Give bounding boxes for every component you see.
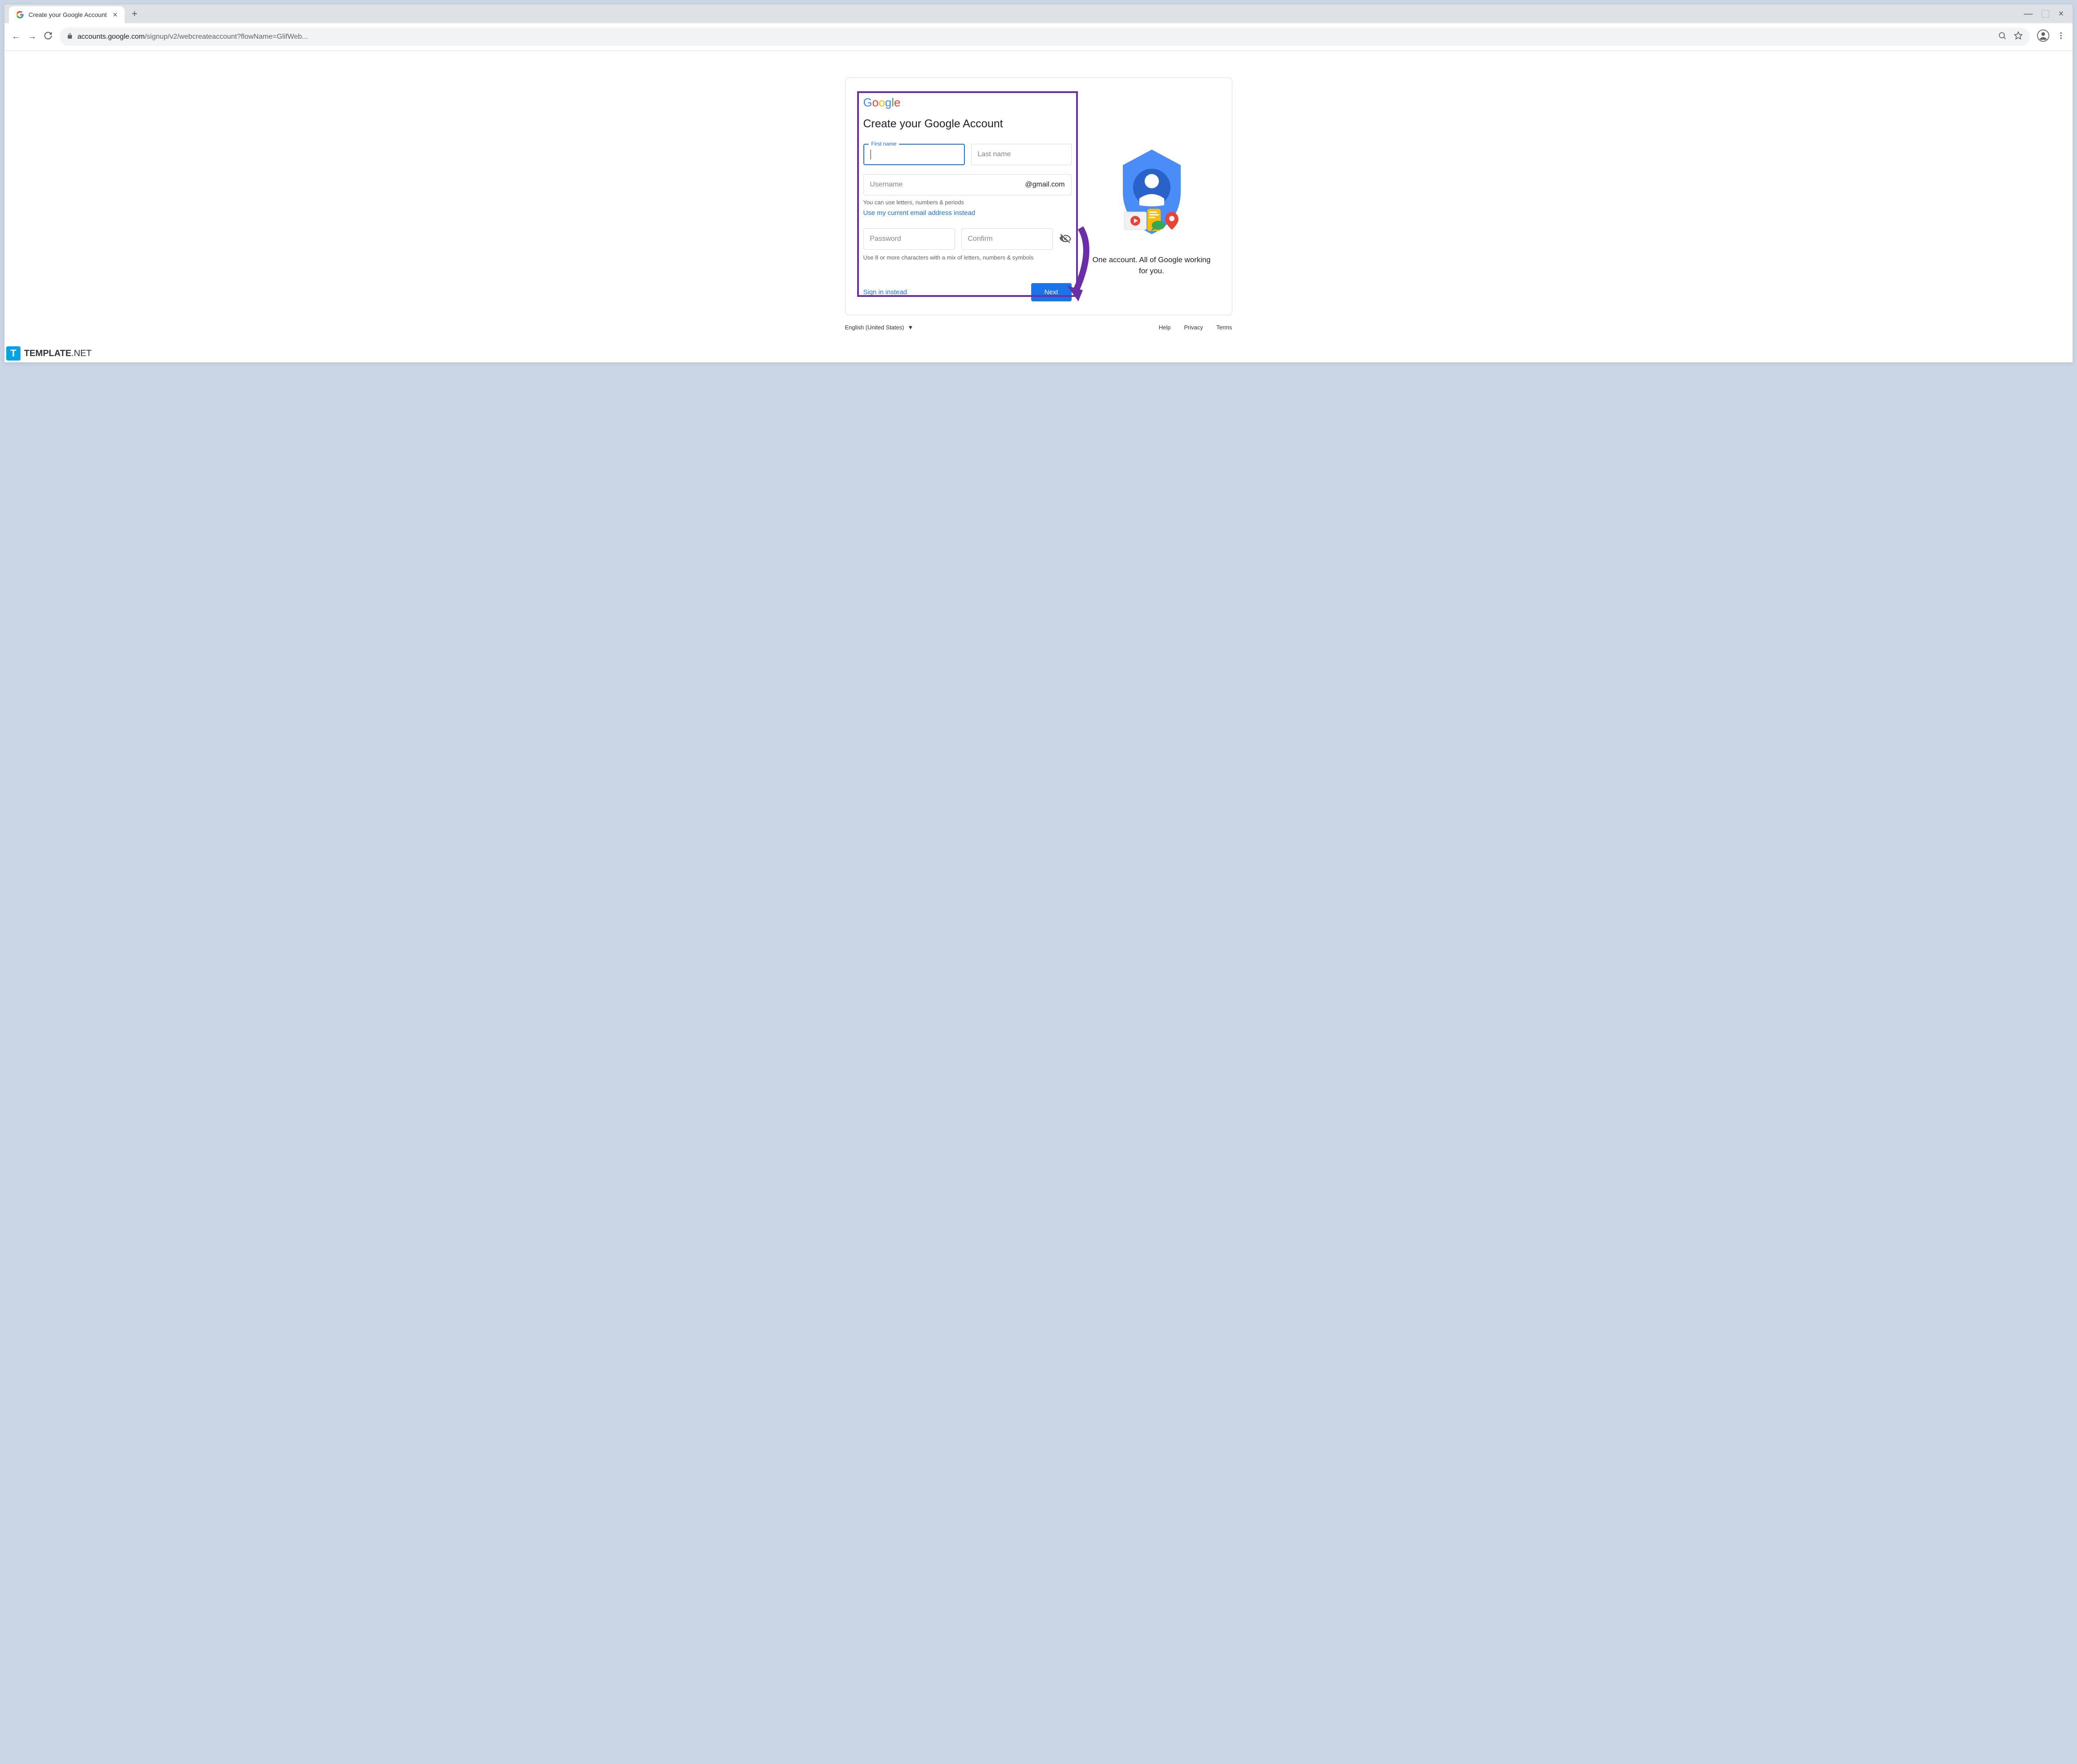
reload-icon[interactable] <box>44 31 53 43</box>
new-tab-icon[interactable]: + <box>125 8 145 20</box>
privacy-link[interactable]: Privacy <box>1184 324 1203 331</box>
confirm-field[interactable]: Confirm <box>961 228 1053 250</box>
confirm-placeholder: Confirm <box>968 235 993 243</box>
first-name-label: First name <box>869 141 899 147</box>
back-icon[interactable]: ← <box>12 32 20 42</box>
window-controls: — × <box>2024 9 2073 19</box>
help-link[interactable]: Help <box>1159 324 1171 331</box>
browser-window: Create your Google Account × + — × ← → a… <box>4 4 2073 362</box>
password-row: Password Confirm <box>863 228 1072 250</box>
last-name-field[interactable]: Last name <box>971 144 1072 165</box>
close-icon[interactable]: × <box>2058 9 2064 19</box>
name-row: First name Last name <box>863 144 1072 165</box>
sign-in-link[interactable]: Sign in instead <box>863 288 907 296</box>
text-cursor <box>870 150 871 159</box>
last-name-placeholder: Last name <box>978 150 1011 158</box>
terms-link[interactable]: Terms <box>1216 324 1232 331</box>
browser-tab[interactable]: Create your Google Account × <box>9 6 125 23</box>
password-hint: Use 8 or more characters with a mix of l… <box>863 254 1072 261</box>
watermark: T TEMPLATE.NET <box>6 346 92 361</box>
forward-icon[interactable]: → <box>28 32 36 42</box>
menu-icon[interactable] <box>2057 31 2065 42</box>
maximize-icon[interactable] <box>2041 10 2049 18</box>
language-label: English (United States) <box>845 324 904 331</box>
use-current-email-link[interactable]: Use my current email address instead <box>863 209 1072 217</box>
account-illustration <box>1103 143 1201 241</box>
tab-title: Create your Google Account <box>28 11 107 18</box>
tab-bar: Create your Google Account × + — × <box>4 4 2073 23</box>
url-text: accounts.google.com/signup/v2/webcreatea… <box>77 33 308 41</box>
aside-column: One account. All of Google working for y… <box>1089 96 1214 301</box>
address-bar[interactable]: accounts.google.com/signup/v2/webcreatea… <box>60 28 2030 46</box>
page-title: Create your Google Account <box>863 118 1072 130</box>
password-field[interactable]: Password <box>863 228 955 250</box>
username-field[interactable]: Username @gmail.com <box>863 174 1072 195</box>
minimize-icon[interactable]: — <box>2024 9 2032 19</box>
footer-links: Help Privacy Terms <box>1159 324 1232 331</box>
aside-tagline: One account. All of Google working for y… <box>1089 254 1214 277</box>
profile-icon[interactable] <box>2037 29 2049 44</box>
zoom-icon[interactable] <box>1998 31 2007 42</box>
page-content: Google Create your Google Account First … <box>4 51 2073 362</box>
star-icon[interactable] <box>2014 31 2023 42</box>
username-placeholder: Username <box>870 181 903 189</box>
language-select[interactable]: English (United States) ▼ <box>845 324 914 331</box>
address-actions <box>1998 31 2023 42</box>
form-actions: Sign in instead Next <box>863 283 1072 301</box>
first-name-field[interactable]: First name <box>863 144 965 165</box>
chevron-down-icon: ▼ <box>907 324 913 331</box>
username-hint: You can use letters, numbers & periods <box>863 199 1072 206</box>
tab-close-icon[interactable]: × <box>113 10 117 20</box>
lock-icon <box>67 33 73 41</box>
signup-card: Google Create your Google Account First … <box>845 77 1232 315</box>
email-suffix: @gmail.com <box>1025 181 1065 189</box>
toolbar: ← → accounts.google.com/signup/v2/webcre… <box>4 23 2073 51</box>
footer: English (United States) ▼ Help Privacy T… <box>845 324 1232 331</box>
google-favicon-icon <box>16 11 24 19</box>
google-logo: Google <box>863 96 1072 109</box>
password-placeholder: Password <box>870 235 901 243</box>
form-column: Google Create your Google Account First … <box>863 96 1072 301</box>
arrow-annotation <box>1054 223 1098 306</box>
watermark-badge-icon: T <box>6 346 20 361</box>
